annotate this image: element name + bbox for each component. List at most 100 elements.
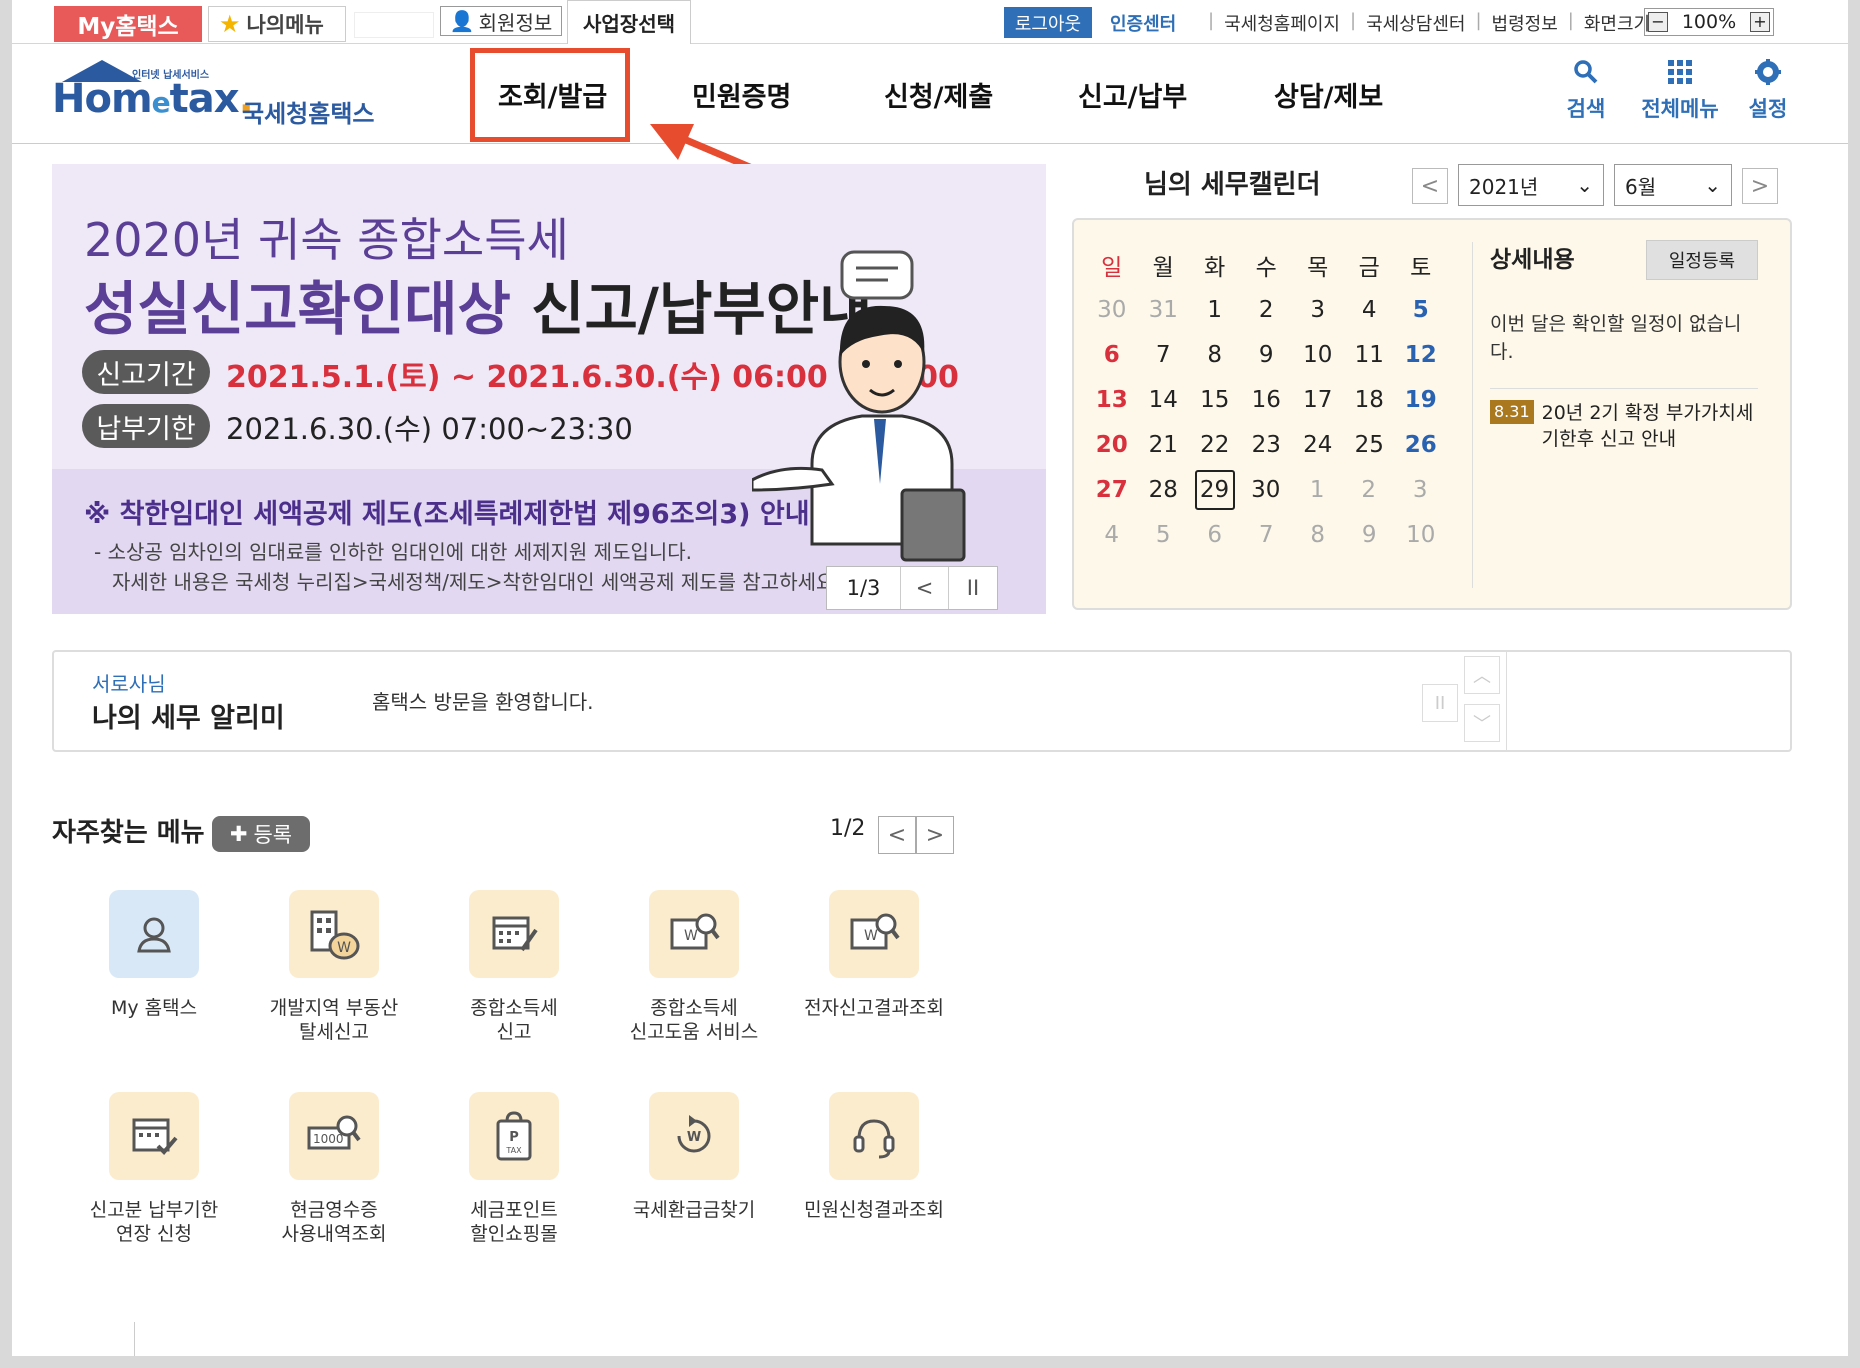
promo-banner[interactable]: 2020년 귀속 종합소득세 성실신고확인대상 신고/납부안내 신고기간 202…	[52, 164, 1046, 614]
frequent-menu-item[interactable]: 1000 현금영수증 사용내역조회	[244, 1092, 424, 1246]
calendar-day[interactable]: 2	[1241, 290, 1293, 330]
util-link-consult[interactable]: 국세상담센터	[1366, 10, 1465, 36]
svg-text:1000: 1000	[313, 1132, 344, 1146]
register-schedule-button[interactable]: 일정등록	[1646, 240, 1758, 280]
frequent-menu-label: 현금영수증 사용내역조회	[281, 1199, 387, 1245]
frequent-menu-item[interactable]: 신고분 납부기한 연장 신청	[64, 1092, 244, 1246]
calendar-day[interactable]: 4	[1344, 290, 1396, 330]
calendar-day-other-month[interactable]: 1	[1292, 470, 1344, 510]
frequent-menu-register-button[interactable]: ✚ 등록	[212, 816, 310, 852]
calendar-day[interactable]: 9	[1241, 335, 1293, 375]
calendar-day-other-month[interactable]: 5	[1138, 515, 1190, 555]
frequent-menu-item[interactable]: W 개발지역 부동산 탈세신고	[244, 890, 424, 1044]
calendar-day[interactable]: 1	[1189, 290, 1241, 330]
settings-label: 설정	[1748, 97, 1788, 121]
calendar-detail-panel: 상세내용 일정등록 이번 달은 확인할 일정이 없습니다. 8.31 20년 2…	[1490, 240, 1780, 450]
banner-prev-button[interactable]: <	[901, 567, 949, 609]
frequent-menu-label: 국세환급금찾기	[632, 1199, 756, 1221]
calendar-day[interactable]: 22	[1189, 425, 1241, 465]
user-name-field	[354, 12, 434, 38]
calendar-day[interactable]: 12	[1395, 335, 1447, 375]
calendar-day[interactable]: 20	[1086, 425, 1138, 465]
calendar-grid: 일 월 화 수 목 금 토 30 31 1 2 3 4 5 6 7 8 9 10 11 12 13 14 15 1…	[1086, 242, 1486, 557]
tax-alarm-panel: 서로사님 나의 세무 알리미 홈택스 방문을 환영합니다. II ︿ ﹀	[52, 650, 1792, 752]
search-button[interactable]: 검색	[1548, 58, 1624, 123]
settings-button[interactable]: 설정	[1738, 58, 1798, 123]
zoom-in-button[interactable]: +	[1749, 12, 1770, 32]
calendar-day[interactable]: 24	[1292, 425, 1344, 465]
nav-apply-submit[interactable]: 신청/제출	[884, 44, 993, 144]
member-info-label: 회원정보	[478, 10, 553, 35]
frequent-menu-item[interactable]: W 종합소득세 신고도움 서비스	[604, 890, 784, 1044]
calendar-title: 님의 세무캘린더	[1144, 170, 1321, 200]
calendar-day[interactable]: 8	[1189, 335, 1241, 375]
calendar-event-item[interactable]: 8.31 20년 2기 확정 부가가치세 기한후 신고 안내	[1490, 400, 1760, 452]
all-menu-button[interactable]: 전체메뉴	[1632, 58, 1728, 123]
frequent-menu-item[interactable]: W 전자신고결과조회	[784, 890, 964, 1020]
frequent-menu-item[interactable]: 민원신청결과조회	[784, 1092, 964, 1222]
calendar-day-other-month[interactable]: 9	[1344, 515, 1396, 555]
frequent-menu-item[interactable]: W 국세환급금찾기	[604, 1092, 784, 1222]
calendar-day-other-month[interactable]: 31	[1138, 290, 1190, 330]
calendar-day[interactable]: 28	[1138, 470, 1190, 510]
calendar-day[interactable]: 27	[1086, 470, 1138, 510]
member-info-button[interactable]: 👤 회원정보	[440, 6, 562, 36]
star-icon: ★	[219, 10, 241, 38]
calendar-year-select[interactable]: 2021년 ⌄	[1458, 164, 1604, 206]
calendar-day[interactable]: 17	[1292, 380, 1344, 420]
calendar-day[interactable]: 30	[1240, 470, 1292, 510]
frequent-menu-next-button[interactable]: >	[916, 816, 954, 854]
biz-select-tab[interactable]: 사업장선택	[567, 0, 691, 44]
alarm-down-button[interactable]: ﹀	[1464, 704, 1500, 742]
frequent-menu-item[interactable]: P TAX 세금포인트 할인쇼핑몰	[424, 1092, 604, 1246]
grid-icon	[1632, 58, 1728, 93]
calendar-day-other-month[interactable]: 4	[1086, 515, 1138, 555]
calendar-day[interactable]: 21	[1138, 425, 1190, 465]
frequent-menu-item[interactable]: My 홈택스	[64, 890, 244, 1020]
calendar-prev-button[interactable]: <	[1412, 168, 1448, 204]
calendar-day-other-month[interactable]: 8	[1292, 515, 1344, 555]
zoom-value: 100%	[1681, 11, 1737, 33]
calendar-day[interactable]: 23	[1241, 425, 1293, 465]
calendar-day-other-month[interactable]: 10	[1395, 515, 1447, 555]
calendar-next-button[interactable]: >	[1742, 168, 1778, 204]
calendar-day[interactable]: 25	[1344, 425, 1396, 465]
calendar-day-other-month[interactable]: 7	[1241, 515, 1293, 555]
util-link-law[interactable]: 법령정보	[1492, 10, 1558, 36]
weekday-sun: 일	[1101, 254, 1123, 281]
calendar-day[interactable]: 29	[1194, 469, 1235, 510]
calendar-day[interactable]: 14	[1138, 380, 1190, 420]
calendar-day[interactable]: 15	[1189, 380, 1241, 420]
calendar-day-other-month[interactable]: 6	[1189, 515, 1241, 555]
banner-pause-button[interactable]: II	[949, 567, 997, 609]
weekday-row: 일 월 화 수 목 금 토	[1086, 242, 1486, 287]
calendar-day[interactable]: 10	[1292, 335, 1344, 375]
my-hometax-button[interactable]: My홈택스	[54, 6, 202, 42]
frequent-menu-prev-button[interactable]: <	[878, 816, 916, 854]
alarm-up-button[interactable]: ︿	[1464, 656, 1500, 694]
calendar-day[interactable]: 18	[1344, 380, 1396, 420]
calendar-day[interactable]: 19	[1395, 380, 1447, 420]
calendar-day[interactable]: 11	[1344, 335, 1396, 375]
calendar-day-other-month[interactable]: 3	[1395, 470, 1447, 510]
calendar-day-other-month[interactable]: 30	[1086, 290, 1138, 330]
calendar-day[interactable]: 3	[1292, 290, 1344, 330]
frequent-menu-item[interactable]: 종합소득세 신고	[424, 890, 604, 1044]
calendar-day[interactable]: 6	[1086, 335, 1138, 375]
zoom-out-button[interactable]: −	[1648, 12, 1668, 32]
cert-center-link[interactable]: 인증센터	[1110, 10, 1176, 36]
calendar-day[interactable]: 26	[1395, 425, 1447, 465]
calendar-day[interactable]: 13	[1086, 380, 1138, 420]
calendar-day-other-month[interactable]: 2	[1343, 470, 1395, 510]
calendar-day[interactable]: 16	[1241, 380, 1293, 420]
calendar-day[interactable]: 7	[1138, 335, 1190, 375]
util-link-nts-home[interactable]: 국세청홈페이지	[1224, 10, 1340, 36]
my-menu-button[interactable]: ★ 나의메뉴	[208, 6, 346, 42]
calendar-day[interactable]: 5	[1395, 290, 1447, 330]
nav-consult-report[interactable]: 상담/제보	[1274, 44, 1383, 144]
logout-button[interactable]: 로그아웃	[1004, 7, 1092, 38]
hometax-logo[interactable]: 인터넷 납세서비스 Hometax. 국세청홈택스	[52, 54, 392, 134]
nav-report-pay[interactable]: 신고/납부	[1078, 44, 1187, 144]
alarm-pause-button[interactable]: II	[1422, 684, 1458, 722]
calendar-month-select[interactable]: 6월 ⌄	[1614, 164, 1732, 206]
